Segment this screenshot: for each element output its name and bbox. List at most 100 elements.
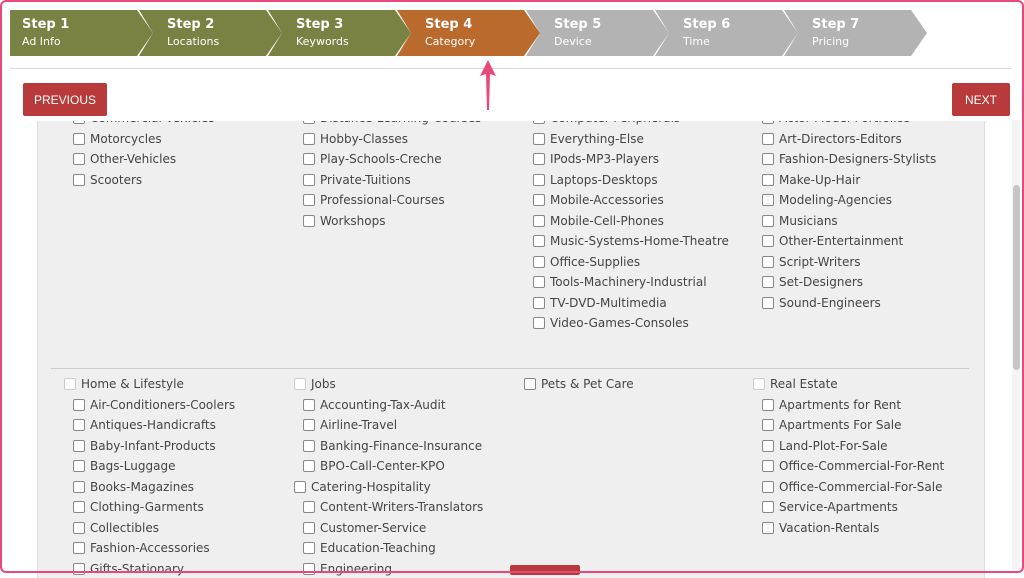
checkbox[interactable] — [303, 440, 315, 452]
checkbox[interactable] — [303, 501, 315, 513]
checkbox[interactable] — [762, 256, 774, 268]
category-checkbox-item[interactable]: Script-Writers — [762, 252, 936, 273]
checkbox[interactable] — [303, 153, 315, 165]
category-checkbox-item[interactable]: Pets & Pet Care — [524, 374, 634, 395]
category-checkbox-item[interactable]: Jobs — [294, 374, 483, 395]
checkbox[interactable] — [762, 481, 774, 493]
category-checkbox-item[interactable]: Apartments for Rent — [762, 395, 944, 416]
category-checkbox-item[interactable]: TV-DVD-Multimedia — [533, 293, 729, 314]
checkbox[interactable] — [73, 440, 85, 452]
category-checkbox-item[interactable]: Sound-Engineers — [762, 293, 936, 314]
checkbox[interactable] — [762, 522, 774, 534]
checkbox[interactable] — [303, 522, 315, 534]
category-checkbox-item[interactable]: BPO-Call-Center-KPO — [303, 456, 483, 477]
checkbox[interactable] — [533, 215, 545, 227]
checkbox[interactable] — [294, 378, 306, 390]
checkbox[interactable] — [762, 440, 774, 452]
category-checkbox-item[interactable]: Motorcycles — [73, 129, 215, 150]
step-5[interactable]: Step 5Device — [526, 10, 669, 56]
category-checkbox-item[interactable]: Bags-Luggage — [73, 456, 235, 477]
category-checkbox-item[interactable]: Accounting-Tax-Audit — [303, 395, 483, 416]
checkbox[interactable] — [73, 153, 85, 165]
step-1[interactable]: Step 1Ad Info — [10, 10, 153, 56]
checkbox[interactable] — [762, 235, 774, 247]
checkbox[interactable] — [73, 542, 85, 554]
checkbox[interactable] — [533, 194, 545, 206]
category-checkbox-item[interactable]: Antiques-Handicrafts — [73, 415, 235, 436]
category-checkbox-item[interactable]: Gifts-Stationary — [73, 559, 235, 578]
checkbox[interactable] — [762, 399, 774, 411]
category-checkbox-item[interactable]: Fashion-Designers-Stylists — [762, 149, 936, 170]
category-checkbox-item[interactable]: Land-Plot-For-Sale — [762, 436, 944, 457]
category-checkbox-item[interactable]: Professional-Courses — [303, 190, 481, 211]
category-checkbox-item[interactable]: Vacation-Rentals — [762, 518, 944, 539]
checkbox[interactable] — [73, 460, 85, 472]
category-checkbox-item[interactable]: Art-Directors-Editors — [762, 129, 936, 150]
checkbox[interactable] — [762, 194, 774, 206]
previous-button[interactable]: PREVIOUS — [23, 83, 107, 116]
category-checkbox-item[interactable]: Catering-Hospitality — [294, 477, 483, 498]
step-2[interactable]: Step 2Locations — [139, 10, 282, 56]
step-7[interactable]: Step 7Pricing — [784, 10, 927, 56]
category-checkbox-item[interactable]: Laptops-Desktops — [533, 170, 729, 191]
checkbox[interactable] — [524, 378, 536, 390]
checkbox[interactable] — [303, 174, 315, 186]
checkbox[interactable] — [762, 419, 774, 431]
checkbox[interactable] — [303, 399, 315, 411]
category-checkbox-item[interactable]: Real Estate — [753, 374, 944, 395]
checkbox[interactable] — [303, 215, 315, 227]
category-checkbox-item[interactable]: Fashion-Accessories — [73, 538, 235, 559]
checkbox[interactable] — [73, 133, 85, 145]
checkbox[interactable] — [303, 460, 315, 472]
category-checkbox-item[interactable]: Mobile-Accessories — [533, 190, 729, 211]
category-checkbox-item[interactable]: Office-Commercial-For-Sale — [762, 477, 944, 498]
checkbox[interactable] — [762, 215, 774, 227]
category-checkbox-item[interactable]: Hobby-Classes — [303, 129, 481, 150]
category-checkbox-item[interactable]: Airline-Travel — [303, 415, 483, 436]
category-checkbox-item[interactable]: Office-Supplies — [533, 252, 729, 273]
submit-button[interactable] — [510, 565, 580, 575]
checkbox[interactable] — [73, 399, 85, 411]
checkbox[interactable] — [64, 378, 76, 390]
category-checkbox-item[interactable]: Tools-Machinery-Industrial — [533, 272, 729, 293]
checkbox[interactable] — [533, 317, 545, 329]
step-3[interactable]: Step 3Keywords — [268, 10, 411, 56]
category-checkbox-item[interactable]: Clothing-Garments — [73, 497, 235, 518]
checkbox[interactable] — [533, 256, 545, 268]
category-checkbox-item[interactable]: Banking-Finance-Insurance — [303, 436, 483, 457]
checkbox[interactable] — [533, 276, 545, 288]
category-checkbox-item[interactable]: Baby-Infant-Products — [73, 436, 235, 457]
scrollbar[interactable] — [1012, 120, 1020, 570]
category-checkbox-item[interactable]: Video-Games-Consoles — [533, 313, 729, 334]
category-checkbox-item[interactable]: Other-Entertainment — [762, 231, 936, 252]
category-checkbox-item[interactable]: Workshops — [303, 211, 481, 232]
checkbox[interactable] — [533, 174, 545, 186]
step-6[interactable]: Step 6Time — [655, 10, 798, 56]
category-checkbox-item[interactable]: Books-Magazines — [73, 477, 235, 498]
category-checkbox-item[interactable]: Engineering — [303, 559, 483, 578]
category-checkbox-item[interactable]: Private-Tuitions — [303, 170, 481, 191]
checkbox[interactable] — [533, 133, 545, 145]
checkbox[interactable] — [762, 153, 774, 165]
category-checkbox-item[interactable]: Home & Lifestyle — [64, 374, 235, 395]
checkbox[interactable] — [303, 542, 315, 554]
next-button[interactable]: NEXT — [952, 83, 1010, 116]
checkbox[interactable] — [533, 235, 545, 247]
checkbox[interactable] — [73, 174, 85, 186]
category-checkbox-item[interactable]: Play-Schools-Creche — [303, 149, 481, 170]
scrollbar-thumb[interactable] — [1013, 185, 1020, 370]
category-checkbox-item[interactable]: Music-Systems-Home-Theatre — [533, 231, 729, 252]
category-checkbox-item[interactable]: Scooters — [73, 170, 215, 191]
checkbox[interactable] — [294, 481, 306, 493]
checkbox[interactable] — [73, 501, 85, 513]
category-checkbox-item[interactable]: Apartments For Sale — [762, 415, 944, 436]
category-checkbox-item[interactable]: Set-Designers — [762, 272, 936, 293]
checkbox[interactable] — [762, 501, 774, 513]
category-checkbox-item[interactable]: Content-Writers-Translators — [303, 497, 483, 518]
checkbox[interactable] — [762, 460, 774, 472]
checkbox[interactable] — [73, 419, 85, 431]
category-checkbox-item[interactable]: Air-Conditioners-Coolers — [73, 395, 235, 416]
checkbox[interactable] — [533, 153, 545, 165]
step-4[interactable]: Step 4Category — [397, 10, 540, 56]
category-checkbox-item[interactable]: Service-Apartments — [762, 497, 944, 518]
